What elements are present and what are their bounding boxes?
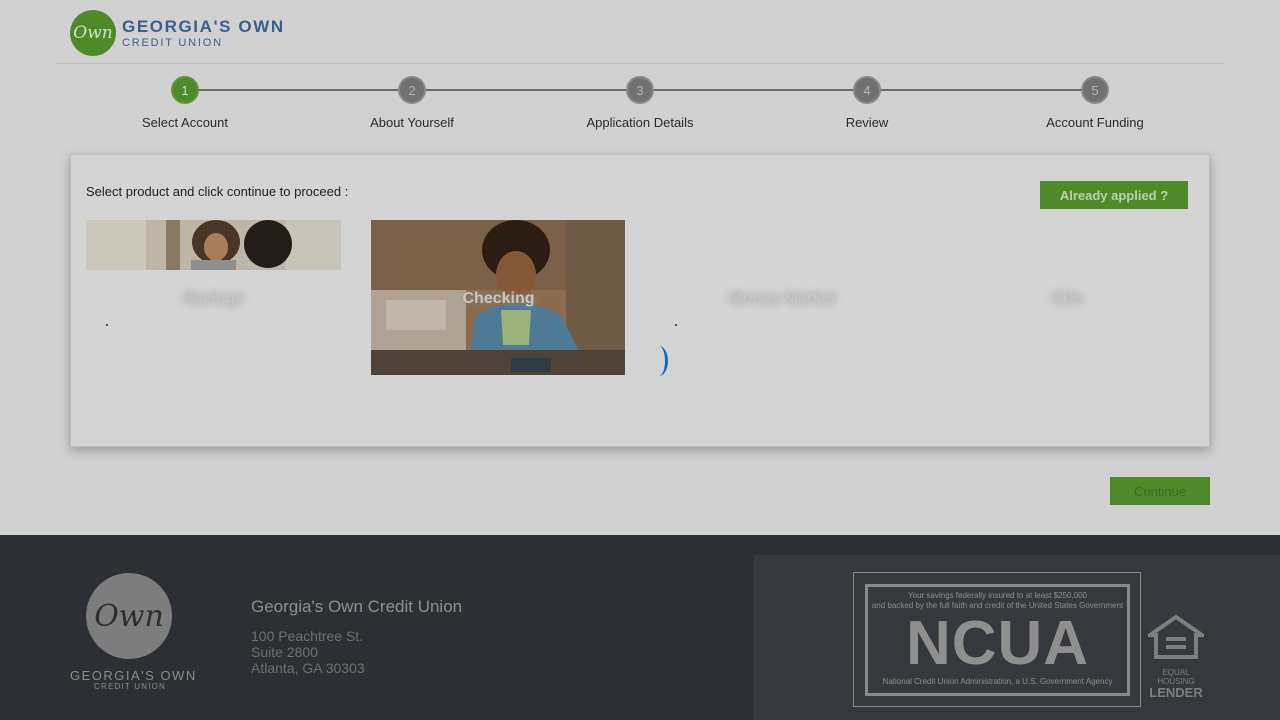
- logo-mark: Own: [70, 10, 116, 56]
- ncua-badge: Your savings federally insured to at lea…: [853, 572, 1141, 707]
- ncua-top-line: Your savings federally insured to at lea…: [908, 591, 1087, 600]
- step-number: 5: [1081, 76, 1109, 104]
- address-line: Suite 2800: [251, 644, 318, 660]
- product-title: CDs: [1051, 290, 1084, 307]
- product-title: Money Market: [729, 290, 836, 307]
- logo-line2: CREDIT UNION: [122, 36, 223, 49]
- product-title: Savings: [182, 290, 245, 307]
- image-placeholder-dot: [675, 324, 677, 326]
- ehl-line2: LENDER: [1149, 685, 1203, 700]
- address-line: 100 Peachtree St.: [251, 628, 364, 644]
- step-label: Account Funding: [1046, 115, 1144, 130]
- step-label: Application Details: [586, 115, 694, 130]
- site-footer: Own GEORGIA'S OWN CREDIT UNION Georgia's…: [0, 535, 1280, 720]
- step-about-yourself: 2 About Yourself: [298, 76, 526, 130]
- ncua-wordmark: NCUA: [905, 609, 1090, 678]
- step-number: 3: [626, 76, 654, 104]
- logo-line1: GEORGIA'S OWN: [122, 16, 285, 36]
- step-label: Review: [845, 115, 889, 130]
- image-placeholder-dot: [106, 324, 108, 326]
- instruction-text: Select product and click continue to pro…: [86, 184, 349, 199]
- equal-housing-lender-badge: EQUAL HOUSING LENDER: [1143, 614, 1209, 700]
- already-applied-button[interactable]: Already applied ?: [1040, 181, 1188, 209]
- ncua-top-text: Your savings federally insured to at lea…: [868, 591, 1127, 611]
- progress-stepper: 1 Select Account 2 About Yourself 3 Appl…: [71, 76, 1209, 146]
- address-line: Atlanta, GA 30303: [251, 660, 365, 676]
- footer-org-name: Georgia's Own Credit Union: [251, 597, 463, 616]
- footer-logo-line1: GEORGIA'S OWN: [70, 668, 197, 683]
- equal-housing-icon: [1143, 614, 1209, 659]
- ncua-badge-frame: Your savings federally insured to at lea…: [865, 584, 1130, 696]
- site-header: Own GEORGIA'S OWN CREDIT UNION: [56, 0, 1224, 64]
- step-number: 2: [398, 76, 426, 104]
- step-review: 4 Review: [753, 76, 981, 130]
- step-number: 4: [853, 76, 881, 104]
- logo-wordmark: GEORGIA'S OWN CREDIT UNION: [122, 18, 285, 49]
- step-account-funding: 5 Account Funding: [981, 76, 1209, 130]
- step-application-details: 3 Application Details: [526, 76, 754, 130]
- continue-button[interactable]: Continue: [1110, 477, 1210, 505]
- step-label: Select Account: [142, 115, 228, 130]
- step-select-account: 1 Select Account: [71, 76, 299, 130]
- footer-address: 100 Peachtree St. Suite 2800 Atlanta, GA…: [251, 628, 365, 676]
- georgias-own-logo[interactable]: Own GEORGIA'S OWN CREDIT UNION: [70, 10, 285, 56]
- loading-spinner: [650, 346, 668, 376]
- ehl-line1: EQUAL HOUSING: [1157, 668, 1195, 686]
- product-title: Checking: [462, 290, 535, 307]
- footer-logo-mark[interactable]: Own: [86, 573, 172, 659]
- step-label: About Yourself: [370, 115, 454, 130]
- footer-logo-line2: CREDIT UNION: [94, 682, 167, 691]
- product-tile-savings[interactable]: Savings: [86, 220, 341, 375]
- product-tile-checking[interactable]: Checking: [371, 220, 626, 375]
- product-tile-cds[interactable]: CDs: [940, 220, 1195, 375]
- step-number: 1: [171, 76, 199, 104]
- product-selection-card: Select product and click continue to pro…: [70, 154, 1210, 447]
- ncua-bottom-text: National Credit Union Administration, a …: [882, 677, 1113, 686]
- product-tile-money-market[interactable]: Money Market: [655, 220, 910, 375]
- savings-image: [86, 220, 341, 270]
